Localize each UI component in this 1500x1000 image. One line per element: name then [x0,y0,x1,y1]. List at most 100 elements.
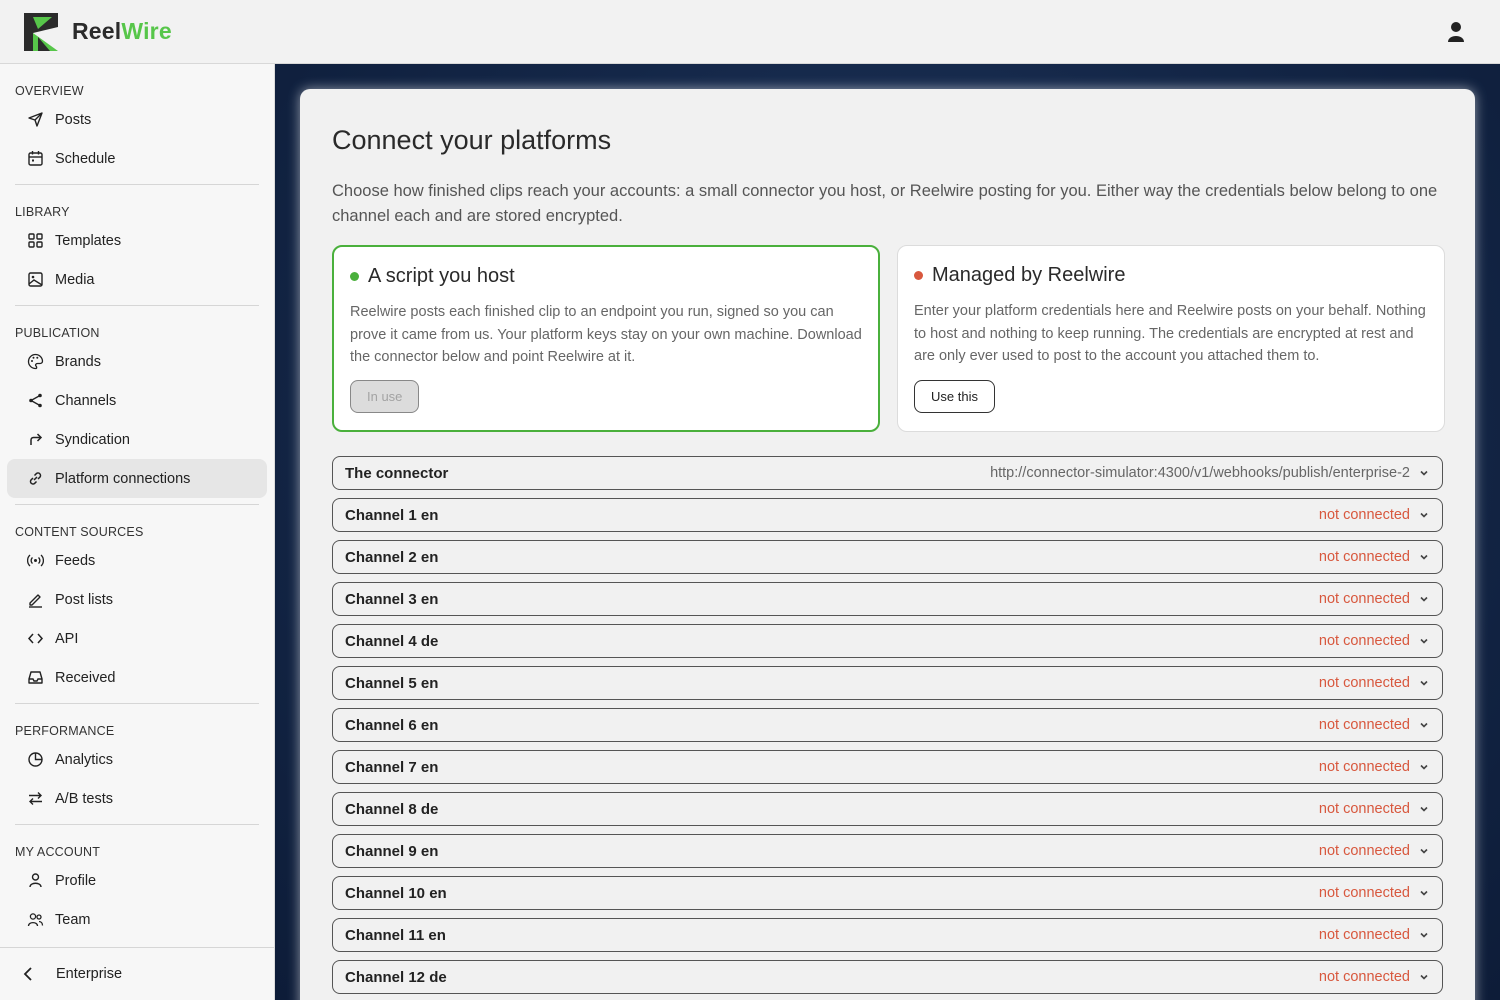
channel-accordion-row[interactable]: Channel 7 en not connected [332,750,1443,784]
accordion-label: The connector [345,464,449,482]
channel-accordion-row[interactable]: Channel 11 en not connected [332,918,1443,952]
channel-name: Channel 11 en [345,926,446,944]
channel-accordion-row[interactable]: Channel 6 en not connected [332,708,1443,742]
sidebar: OVERVIEW Posts Schedule LIBRARY Template… [0,64,275,1000]
sidebar-item-api[interactable]: API [7,619,267,658]
channel-accordion-row[interactable]: Channel 5 en not connected [332,666,1443,700]
sidebar-item-ab-tests[interactable]: A/B tests [7,779,267,818]
sidebar-item-platform-connections[interactable]: Platform connections [7,459,267,498]
brand-name-part2: Wire [121,18,172,44]
chevron-down-icon [1420,890,1428,896]
channel-name: Channel 9 en [345,842,439,860]
channel-name: Channel 2 en [345,548,439,566]
person-icon [29,873,42,888]
enterprise-label: Enterprise [56,966,123,982]
image-icon [28,272,43,287]
palette-icon [27,353,44,370]
sidebar-item-post-lists[interactable]: Post lists [7,580,267,619]
sidebar-item-label: Platform connections [55,470,191,487]
team-icon [27,913,44,927]
reelwire-logo-icon[interactable] [24,13,58,51]
in-use-button[interactable]: In use [350,380,420,413]
sidebar-item-posts[interactable]: Posts [7,100,267,139]
channel-accordion-row[interactable]: Channel 4 de not connected [332,624,1443,658]
section-title: MY ACCOUNT [15,845,101,859]
brand-name[interactable]: ReelWire [72,18,172,45]
sidebar-item-label: A/B tests [55,790,114,807]
chevron-down-icon [1420,680,1428,686]
pie-chart-icon [28,752,43,767]
chevron-down-icon [1420,512,1428,518]
sidebar-item-label: API [55,630,79,647]
sidebar-item-label: Channels [55,392,117,409]
card-description: Enter your platform credentials here and… [914,303,1426,364]
chevron-down-icon [1420,932,1428,938]
page-title: Connect your platforms [332,125,612,155]
sidebar-item-schedule[interactable]: Schedule [7,139,267,178]
sidebar-item-team[interactable]: Team [7,900,267,939]
sidebar-item-profile[interactable]: Profile [7,861,267,900]
channel-accordion-row[interactable]: Channel 12 de not connected [332,960,1443,994]
sidebar-item-feeds[interactable]: Feeds [7,541,267,580]
sidebar-item-received[interactable]: Received [7,658,267,697]
channel-accordion-row[interactable]: Channel 2 en not connected [332,540,1443,574]
option-card-managed[interactable]: Managed by Reelwire Enter your platform … [897,245,1445,432]
use-this-button[interactable]: Use this [914,380,995,413]
connector-url: http://connector-simulator:4300/v1/webho… [990,465,1410,481]
status-dot-green [350,272,359,281]
grid-icon [28,233,43,248]
section-title: PERFORMANCE [15,724,115,738]
channel-accordion-row[interactable]: Channel 1 en not connected [332,498,1443,532]
sidebar-item-media[interactable]: Media [7,260,267,299]
sidebar-item-label: Schedule [55,150,116,167]
sidebar-item-syndication[interactable]: Syndication [7,420,267,459]
connection-status: not connected [1318,801,1410,817]
channel-name: Channel 8 de [345,800,439,818]
sidebar-item-brands[interactable]: Brands [7,342,267,381]
section-title: CONTENT SOURCES [15,525,144,539]
inbox-icon [28,671,43,684]
section-title: OVERVIEW [15,84,84,98]
option-card-self-hosted[interactable]: A script you host Reelwire posts each fi… [332,245,880,432]
channel-name: Channel 3 en [345,590,439,608]
sidebar-item-label: Post lists [55,591,114,608]
connector-accordion[interactable]: The connector http://connector-simulator… [332,456,1443,490]
sidebar-item-templates[interactable]: Templates [7,221,267,260]
user-icon[interactable] [1446,20,1466,44]
status-dot-red [914,271,923,280]
sidebar-item-label: Media [55,271,95,288]
nav-section-library: LIBRARY Templates Media [0,185,274,299]
sidebar-item-channels[interactable]: Channels [7,381,267,420]
main-area: Connect your platforms Choose how finish… [275,64,1500,1000]
sidebar-item-label: Templates [55,232,122,249]
connection-status: not connected [1318,675,1410,691]
chevron-down-icon [1420,554,1428,560]
chevron-down-icon [1420,596,1428,602]
sidebar-footer-enterprise[interactable]: Enterprise [0,947,274,1000]
sidebar-item-label: Team [55,911,91,928]
channel-name: Channel 6 en [345,716,439,734]
chevron-down-icon [1420,722,1428,728]
send-icon [28,112,43,127]
card-title: A script you host [350,265,862,288]
channel-accordion-row[interactable]: Channel 10 en not connected [332,876,1443,910]
section-title: LIBRARY [15,205,70,219]
sidebar-item-label: Brands [55,353,101,370]
channel-accordion-row[interactable]: Channel 3 en not connected [332,582,1443,616]
channel-accordion-row[interactable]: Channel 8 de not connected [332,792,1443,826]
sidebar-item-label: Analytics [55,751,114,768]
sidebar-item-analytics[interactable]: Analytics [7,740,267,779]
card-title-text: Managed by Reelwire [932,264,1126,286]
nav-section-publication: PUBLICATION Brands Channels Syndication … [0,306,274,498]
chevron-left-icon [23,967,32,981]
section-title: PUBLICATION [15,326,100,340]
connection-status: not connected [1318,591,1410,607]
chevron-down-icon [1420,764,1428,770]
chevron-down-icon [1420,638,1428,644]
swap-icon [29,792,42,805]
nav-section-my-account: MY ACCOUNT Profile Team [0,825,274,939]
channel-accordion-row[interactable]: Channel 9 en not connected [332,834,1443,868]
connection-status: not connected [1318,759,1410,775]
connection-status: not connected [1318,969,1410,985]
connection-status: not connected [1318,717,1410,733]
